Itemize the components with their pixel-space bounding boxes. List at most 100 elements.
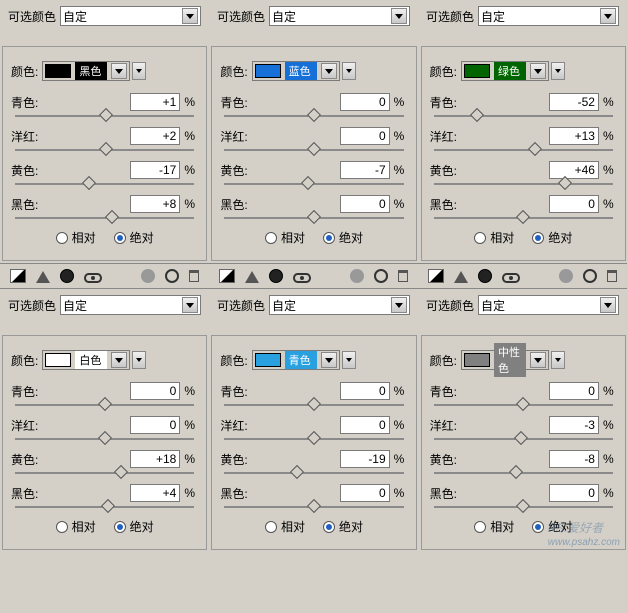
absolute-radio[interactable]: 绝对 [323, 518, 363, 535]
prev-icon[interactable] [350, 269, 364, 283]
yellow-slider[interactable] [224, 472, 403, 474]
absolute-radio[interactable]: 绝对 [114, 229, 154, 246]
black-slider[interactable] [15, 506, 194, 508]
magenta-slider[interactable] [434, 438, 613, 440]
black-input[interactable] [549, 484, 599, 502]
yellow-slider[interactable] [434, 472, 613, 474]
relative-radio[interactable]: 相对 [474, 229, 514, 246]
color-dropdown[interactable]: 白色 [42, 350, 130, 370]
yellow-input[interactable] [549, 161, 599, 179]
black-input[interactable] [130, 484, 180, 502]
mask-icon[interactable] [478, 269, 492, 283]
chevron-down-icon[interactable] [132, 62, 146, 80]
preset-dropdown[interactable]: 自定 [60, 6, 201, 26]
magenta-input[interactable] [549, 416, 599, 434]
eye-icon[interactable] [293, 273, 311, 283]
magenta-slider[interactable] [434, 149, 613, 151]
swatch-icon[interactable] [219, 269, 235, 283]
preset-dropdown[interactable]: 自定 [269, 295, 410, 315]
trash-icon[interactable] [607, 270, 617, 282]
black-slider[interactable] [224, 506, 403, 508]
expand-icon[interactable] [454, 271, 468, 283]
preset-dropdown[interactable]: 自定 [269, 6, 410, 26]
prev-icon[interactable] [141, 269, 155, 283]
reset-icon[interactable] [374, 269, 388, 283]
cyan-slider[interactable] [15, 115, 194, 117]
relative-radio[interactable]: 相对 [56, 229, 96, 246]
swatch-icon[interactable] [10, 269, 26, 283]
yellow-slider[interactable] [224, 183, 403, 185]
yellow-slider[interactable] [434, 183, 613, 185]
color-dropdown[interactable]: 绿色 [461, 61, 549, 81]
yellow-input[interactable] [549, 450, 599, 468]
yellow-input[interactable] [130, 161, 180, 179]
chevron-down-icon[interactable] [132, 351, 146, 369]
cyan-input[interactable] [130, 382, 180, 400]
cyan-input[interactable] [340, 93, 390, 111]
absolute-radio[interactable]: 绝对 [532, 518, 572, 535]
absolute-radio[interactable]: 绝对 [323, 229, 363, 246]
black-slider[interactable] [15, 217, 194, 219]
color-dropdown[interactable]: 黑色 [42, 61, 130, 81]
relative-radio[interactable]: 相对 [265, 229, 305, 246]
cyan-input[interactable] [130, 93, 180, 111]
cyan-slider[interactable] [224, 115, 403, 117]
black-input[interactable] [340, 484, 390, 502]
cyan-input[interactable] [549, 382, 599, 400]
preset-dropdown[interactable]: 自定 [478, 295, 619, 315]
eye-icon[interactable] [502, 273, 520, 283]
color-dropdown[interactable]: 蓝色 [252, 61, 340, 81]
cyan-input[interactable] [549, 93, 599, 111]
black-slider[interactable] [224, 217, 403, 219]
yellow-slider[interactable] [15, 183, 194, 185]
yellow-input[interactable] [340, 450, 390, 468]
cyan-input[interactable] [340, 382, 390, 400]
yellow-input[interactable] [130, 450, 180, 468]
trash-icon[interactable] [189, 270, 199, 282]
color-dropdown[interactable]: 中性色 [461, 350, 549, 370]
relative-radio[interactable]: 相对 [265, 518, 305, 535]
magenta-input[interactable] [549, 127, 599, 145]
absolute-radio[interactable]: 绝对 [532, 229, 572, 246]
eye-icon[interactable] [84, 273, 102, 283]
magenta-input[interactable] [130, 127, 180, 145]
black-slider[interactable] [434, 217, 613, 219]
mask-icon[interactable] [60, 269, 74, 283]
magenta-slider[interactable] [15, 438, 194, 440]
magenta-input[interactable] [340, 127, 390, 145]
reset-icon[interactable] [583, 269, 597, 283]
black-input[interactable] [340, 195, 390, 213]
mask-icon[interactable] [269, 269, 283, 283]
relative-radio[interactable]: 相对 [474, 518, 514, 535]
expand-icon[interactable] [245, 271, 259, 283]
cyan-slider[interactable] [434, 404, 613, 406]
absolute-radio[interactable]: 绝对 [114, 518, 154, 535]
expand-icon[interactable] [36, 271, 50, 283]
preset-dropdown[interactable]: 自定 [478, 6, 619, 26]
method-radio-group: 相对 绝对 [220, 518, 407, 535]
relative-radio[interactable]: 相对 [56, 518, 96, 535]
trash-icon[interactable] [398, 270, 408, 282]
black-input[interactable] [130, 195, 180, 213]
magenta-input[interactable] [340, 416, 390, 434]
prev-icon[interactable] [559, 269, 573, 283]
yellow-slider[interactable] [15, 472, 194, 474]
preset-dropdown[interactable]: 自定 [60, 295, 201, 315]
chevron-down-icon[interactable] [342, 62, 356, 80]
black-input[interactable] [549, 195, 599, 213]
black-slider[interactable] [434, 506, 613, 508]
color-dropdown[interactable]: 青色 [252, 350, 340, 370]
cyan-slider[interactable] [434, 115, 613, 117]
chevron-down-icon[interactable] [551, 351, 565, 369]
cyan-slider[interactable] [224, 404, 403, 406]
cyan-slider[interactable] [15, 404, 194, 406]
chevron-down-icon[interactable] [342, 351, 356, 369]
magenta-slider[interactable] [224, 149, 403, 151]
swatch-icon[interactable] [428, 269, 444, 283]
chevron-down-icon[interactable] [551, 62, 565, 80]
magenta-slider[interactable] [15, 149, 194, 151]
yellow-input[interactable] [340, 161, 390, 179]
magenta-input[interactable] [130, 416, 180, 434]
magenta-slider[interactable] [224, 438, 403, 440]
reset-icon[interactable] [165, 269, 179, 283]
